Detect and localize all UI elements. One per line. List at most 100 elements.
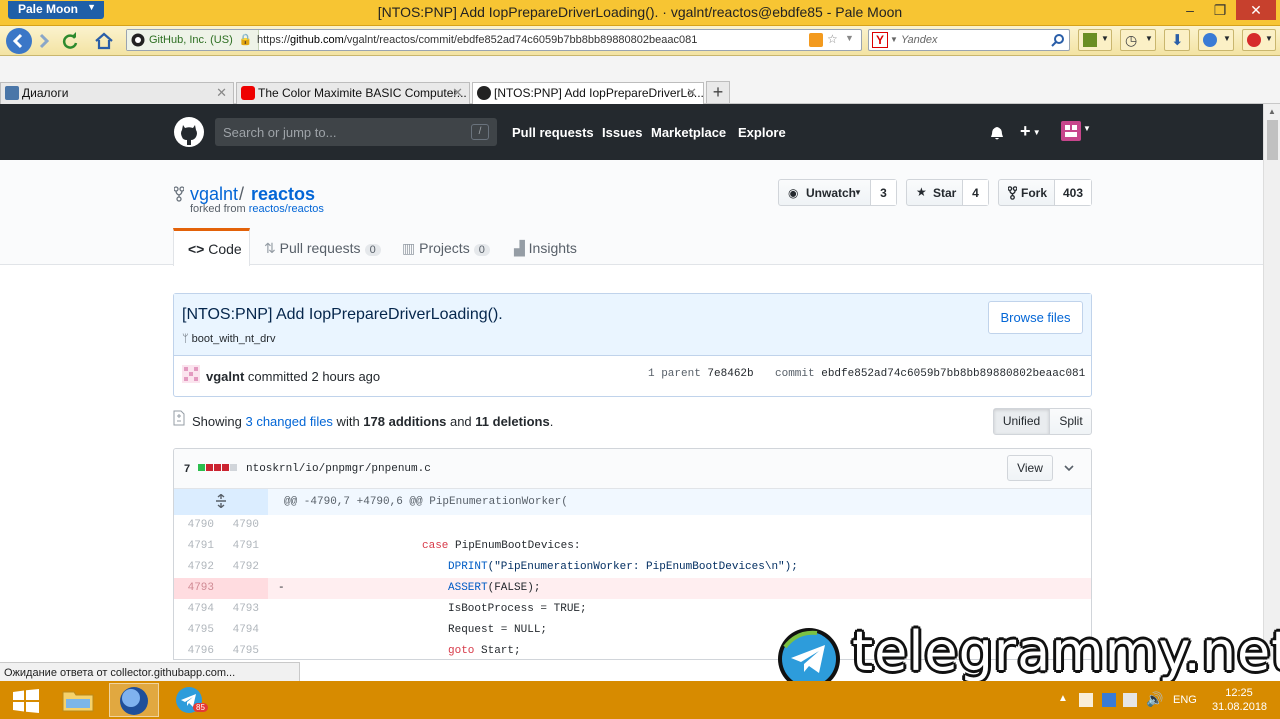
adblock-button[interactable]: ▼ <box>1242 29 1276 51</box>
tab-github-commit[interactable]: [NTOS:PNP] Add IopPrepareDriverLo... ✕ <box>472 82 704 105</box>
keyboard-language[interactable]: ENG <box>1173 694 1197 706</box>
old-line-number[interactable]: 4792 <box>174 561 214 573</box>
search-icon[interactable] <box>1051 33 1065 47</box>
back-button[interactable] <box>6 28 32 54</box>
nav-issues[interactable]: Issues <box>602 125 642 140</box>
old-line-number[interactable]: 4791 <box>174 540 214 552</box>
url-dropdown-icon[interactable]: ▼ <box>845 33 854 43</box>
tab-dialogs[interactable]: Диалоги ✕ <box>0 82 234 104</box>
tray-network-icon[interactable] <box>1123 693 1137 707</box>
close-icon[interactable]: ✕ <box>686 85 697 101</box>
plus-icon: + <box>1020 121 1031 141</box>
forked-from: forked from reactos/reactos <box>190 203 324 215</box>
branch-name[interactable]: boot_with_nt_drv <box>192 333 276 345</box>
downloads-button[interactable]: ⬇ <box>1164 29 1190 51</box>
star-button[interactable]: ★ Star 4 <box>906 179 989 206</box>
old-line-number[interactable]: 4790 <box>174 519 214 531</box>
repo-name-link[interactable]: reactos <box>251 184 315 205</box>
tray-app-icon[interactable] <box>1102 693 1116 707</box>
author-avatar[interactable] <box>182 365 200 383</box>
new-line-number[interactable]: 4793 <box>219 603 259 615</box>
create-new-button[interactable]: + ▼ <box>1020 121 1041 142</box>
taskbar-pale-moon[interactable] <box>109 683 159 717</box>
nav-marketplace[interactable]: Marketplace <box>651 125 726 140</box>
split-view-button[interactable]: Split <box>1050 409 1092 434</box>
new-line-number[interactable]: 4795 <box>219 645 259 657</box>
site-identity-button[interactable]: GitHub, Inc. (US) 🔒 <box>127 30 259 50</box>
tab-code[interactable]: <> Code <box>173 228 250 266</box>
minimize-button[interactable]: – <box>1176 0 1204 20</box>
old-line-number[interactable]: 4794 <box>174 603 214 615</box>
repo-owner-link[interactable]: vgalnt <box>190 184 238 205</box>
view-file-button[interactable]: View <box>1007 455 1053 481</box>
speaker-icon[interactable]: 🔊 <box>1146 691 1163 708</box>
parent-sha-link[interactable]: 7e8462b <box>707 368 753 380</box>
chevron-down-icon: ▼ <box>1083 124 1091 133</box>
taskbar-clock[interactable]: 12:25 31.08.2018 <box>1212 686 1267 714</box>
search-engine-dropdown-icon[interactable]: ▼ <box>890 35 898 44</box>
user-avatar-button[interactable]: ▼ <box>1061 121 1091 141</box>
navigation-toolbar: GitHub, Inc. (US) 🔒 https://github.com/v… <box>0 26 1280 56</box>
nav-pull-requests[interactable]: Pull requests <box>512 125 594 140</box>
windows-taskbar: 85 ▲ 🔊 ENG 12:25 31.08.2018 <box>0 681 1280 719</box>
maximize-button[interactable]: ❐ <box>1206 0 1234 20</box>
tab-color-maximite[interactable]: The Color Maximite BASIC Computer... ✕ <box>236 82 470 104</box>
yandex-icon[interactable]: Y <box>872 32 888 48</box>
star-count[interactable]: 4 <box>962 180 988 205</box>
old-line-number[interactable]: 4796 <box>174 645 214 657</box>
watermark-text: telegrammy.net <box>852 620 1280 683</box>
taskbar-file-explorer[interactable] <box>54 683 104 717</box>
scroll-thumb[interactable] <box>1267 120 1278 160</box>
page-scrollbar[interactable]: ▲ <box>1263 104 1280 660</box>
hunk-expander[interactable] <box>174 489 268 515</box>
unwatch-button[interactable]: ◉ Unwatch ▼ 3 <box>778 179 897 206</box>
watch-count[interactable]: 3 <box>870 180 896 205</box>
fork-button[interactable]: Fork 403 <box>998 179 1092 206</box>
chevron-down-icon[interactable] <box>1063 462 1075 474</box>
search-bar[interactable]: Y ▼ Yandex <box>868 29 1070 51</box>
app-menu-button[interactable]: Pale Moon ▼ <box>8 1 104 19</box>
history-menu-button[interactable]: ◷ ▼ <box>1120 29 1156 51</box>
tab-projects[interactable]: ▥ Projects 0 <box>402 228 490 265</box>
new-tab-button[interactable]: + <box>706 81 730 103</box>
vk-favicon-icon <box>5 86 19 100</box>
close-icon[interactable]: ✕ <box>452 85 463 101</box>
github-search-input[interactable]: Search or jump to... / <box>215 118 497 146</box>
changed-files-link[interactable]: 3 changed files <box>245 414 332 429</box>
tab-pull-requests[interactable]: ⇅ Pull requests 0 <box>264 228 381 265</box>
bookmark-star-icon[interactable]: ☆ <box>827 32 838 46</box>
github-header: Search or jump to... / Pull requests Iss… <box>0 104 1263 160</box>
bell-icon[interactable] <box>990 126 1004 141</box>
home-button[interactable] <box>92 29 116 53</box>
address-bar[interactable]: GitHub, Inc. (US) 🔒 https://github.com/v… <box>126 29 862 51</box>
file-path[interactable]: ntoskrnl/io/pnpmgr/pnpenum.c <box>246 463 431 475</box>
forked-from-link[interactable]: reactos/reactos <box>249 203 324 215</box>
close-icon[interactable]: ✕ <box>216 85 227 101</box>
rss-feed-icon[interactable] <box>809 33 823 47</box>
tray-network-error-icon[interactable] <box>1079 693 1093 707</box>
browse-files-button[interactable]: Browse files <box>988 301 1083 334</box>
unified-view-button[interactable]: Unified <box>994 409 1050 434</box>
old-line-number[interactable]: 4793 <box>174 582 214 594</box>
github-logo-icon[interactable] <box>173 116 205 148</box>
reload-button[interactable] <box>58 29 82 53</box>
new-line-number[interactable]: 4794 <box>219 624 259 636</box>
commit-box: [NTOS:PNP] Add IopPrepareDriverLoading()… <box>173 293 1092 397</box>
tab-insights[interactable]: ▟ Insights <box>514 228 577 265</box>
scroll-up-icon[interactable]: ▲ <box>1268 107 1276 116</box>
author-link[interactable]: vgalnt <box>206 369 244 384</box>
bookmarks-menu-button[interactable]: ▼ <box>1078 29 1112 51</box>
start-button[interactable] <box>2 683 52 717</box>
taskbar-telegram[interactable]: 85 <box>165 683 215 717</box>
tray-expand-icon[interactable]: ▲ <box>1058 693 1068 704</box>
unfold-icon <box>216 494 226 508</box>
close-window-button[interactable]: ✕ <box>1236 0 1276 20</box>
new-line-number[interactable]: 4790 <box>219 519 259 531</box>
new-line-number[interactable]: 4791 <box>219 540 259 552</box>
old-line-number[interactable]: 4795 <box>174 624 214 636</box>
fork-count[interactable]: 403 <box>1054 180 1091 205</box>
new-line-number[interactable]: 4792 <box>219 561 259 573</box>
addons-button[interactable]: ▼ <box>1198 29 1234 51</box>
forward-button[interactable] <box>32 29 56 53</box>
nav-explore[interactable]: Explore <box>738 125 786 140</box>
